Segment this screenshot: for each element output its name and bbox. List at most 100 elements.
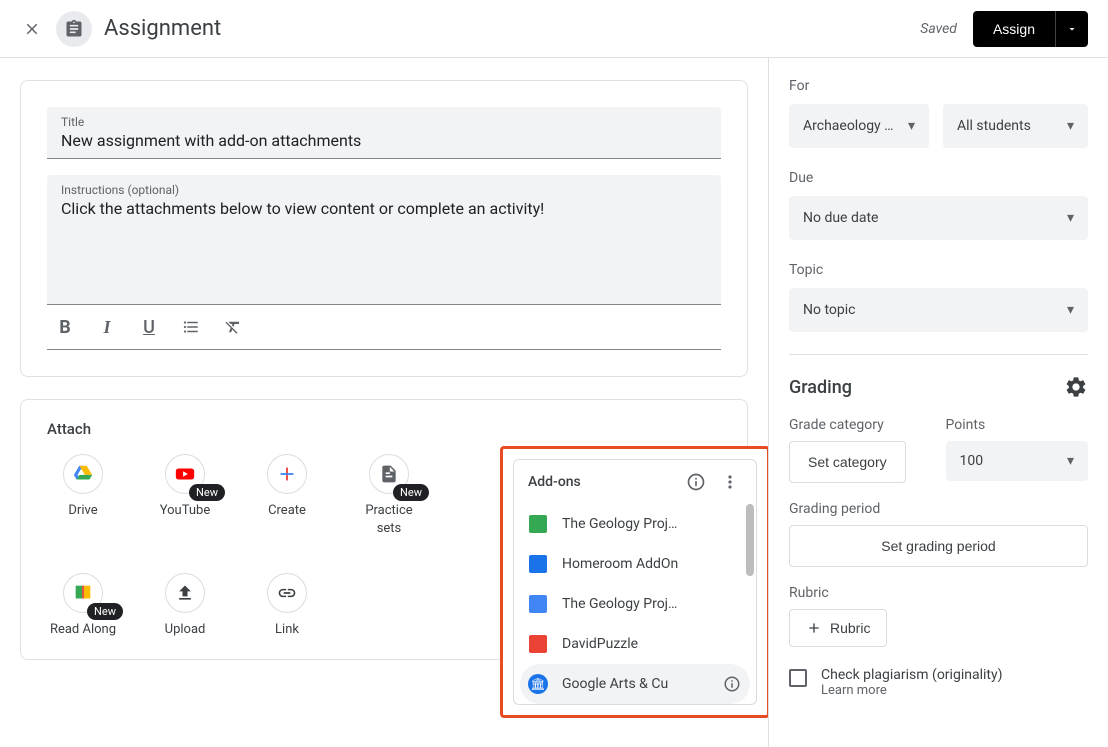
addons-header: Add-ons [514, 460, 756, 504]
addons-info-button[interactable] [684, 470, 708, 494]
drive-icon [63, 454, 103, 494]
assignment-type-icon [56, 11, 92, 47]
addon-item[interactable]: 🏛Google Arts & Cu [520, 664, 750, 704]
close-button[interactable] [20, 17, 44, 41]
rubric-button-label: Rubric [830, 620, 870, 636]
addons-panel: Add-ons The Geology Proj…Homeroom AddOnT… [500, 446, 768, 718]
grading-settings-button[interactable] [1064, 375, 1088, 399]
addon-name: Homeroom AddOn [562, 556, 742, 572]
attach-label: Practice sets [353, 502, 425, 537]
grade-category-label: Grade category [789, 417, 932, 433]
gear-icon [1064, 375, 1088, 399]
assign-button-group: Assign [973, 11, 1088, 47]
attach-item-plus[interactable]: Create [251, 454, 323, 537]
learn-more-link[interactable]: Learn more [821, 683, 1002, 698]
addon-item[interactable]: DavidPuzzle [514, 624, 756, 664]
addons-scrollbar[interactable] [746, 504, 754, 576]
due-label: Due [789, 170, 1088, 186]
points-select[interactable]: 100 ▾ [946, 441, 1089, 481]
addon-icon [528, 554, 548, 574]
attach-label: Create [268, 502, 306, 520]
list-icon [182, 318, 200, 336]
plus-icon [267, 454, 307, 494]
addon-icon [528, 594, 548, 614]
caret-down-icon: ▾ [1067, 453, 1074, 469]
class-select[interactable]: Archaeology … ▾ [789, 104, 929, 148]
addon-name: The Geology Proj… [562, 596, 742, 612]
rubric-button[interactable]: Rubric [789, 609, 887, 647]
grading-period-label: Grading period [789, 501, 1088, 517]
addon-icon [528, 634, 548, 654]
new-badge: New [393, 484, 429, 501]
assign-dropdown[interactable] [1055, 11, 1088, 47]
attach-item-drive[interactable]: Drive [47, 454, 119, 537]
divider [789, 354, 1088, 355]
attach-label: Link [275, 621, 299, 639]
title-field[interactable]: Title New assignment with add-on attachm… [47, 107, 721, 159]
students-value: All students [957, 118, 1031, 134]
sidebar: For Archaeology … ▾ All students ▾ Due N… [768, 58, 1108, 747]
new-badge: New [189, 484, 225, 501]
addon-item[interactable]: Homeroom AddOn [514, 544, 756, 584]
topic-label: Topic [789, 262, 1088, 278]
addons-more-button[interactable] [718, 470, 742, 494]
title-input[interactable]: New assignment with add-on attachments [61, 131, 707, 150]
addon-icon [528, 514, 548, 534]
plagiarism-label: Check plagiarism (originality) [821, 667, 1002, 683]
addon-item[interactable]: The Geology Proj… [514, 584, 756, 624]
formatting-toolbar: B I U [47, 305, 721, 350]
attach-label: Drive [68, 502, 97, 520]
instructions-field[interactable]: Instructions (optional) Click the attach… [47, 175, 721, 305]
page-title: Assignment [104, 16, 221, 41]
caret-down-icon: ▾ [1067, 118, 1074, 134]
topic-select[interactable]: No topic ▾ [789, 288, 1088, 332]
addons-list[interactable]: The Geology Proj… Homeroom AddOn The Geolo… [514, 504, 756, 704]
attach-item-file[interactable]: NewPractice sets [353, 454, 425, 537]
rubric-label: Rubric [789, 585, 1088, 601]
set-grading-period-button[interactable]: Set grading period [789, 525, 1088, 567]
attach-label: YouTube [160, 502, 211, 520]
caret-down-icon: ▾ [1067, 302, 1074, 318]
points-label: Points [946, 417, 1089, 433]
header: Assignment Saved Assign [0, 0, 1108, 58]
topic-value: No topic [803, 302, 855, 318]
bullet-list-button[interactable] [179, 315, 203, 339]
underline-button[interactable]: U [137, 315, 161, 339]
caret-down-icon: ▾ [1067, 210, 1074, 226]
attach-item-link[interactable]: Link [251, 573, 323, 639]
addon-icon: 🏛 [528, 674, 548, 694]
attach-item-book[interactable]: NewRead Along [47, 573, 119, 639]
addons-title: Add-ons [528, 474, 674, 490]
instructions-input[interactable]: Click the attachments below to view cont… [61, 199, 707, 218]
plus-icon [806, 620, 822, 636]
grading-title: Grading [789, 377, 852, 398]
caret-down-icon: ▾ [908, 118, 915, 134]
saved-status: Saved [920, 21, 957, 37]
bold-button[interactable]: B [53, 315, 77, 339]
addon-info-icon[interactable] [722, 674, 742, 694]
set-category-button[interactable]: Set category [789, 441, 906, 483]
upload-icon [165, 573, 205, 613]
info-icon [686, 472, 706, 492]
italic-button[interactable]: I [95, 315, 119, 339]
addon-item[interactable]: The Geology Proj… [514, 504, 756, 544]
clear-formatting-button[interactable] [221, 315, 245, 339]
plagiarism-checkbox[interactable] [789, 669, 807, 687]
more-vert-icon [720, 472, 740, 492]
close-icon [23, 20, 41, 38]
assign-button[interactable]: Assign [973, 11, 1055, 47]
clipboard-icon [64, 19, 84, 39]
attach-title: Attach [47, 420, 721, 438]
students-select[interactable]: All students ▾ [943, 104, 1088, 148]
attach-item-upload[interactable]: Upload [149, 573, 221, 639]
main-panel: Title New assignment with add-on attachm… [0, 58, 768, 747]
clear-format-icon [224, 318, 242, 336]
class-value: Archaeology … [803, 118, 894, 134]
due-value: No due date [803, 210, 878, 226]
addon-name: DavidPuzzle [562, 636, 742, 652]
new-badge: New [87, 603, 123, 620]
attach-item-youtube[interactable]: NewYouTube [149, 454, 221, 537]
addon-name: The Geology Proj… [562, 516, 742, 532]
points-value: 100 [960, 453, 984, 469]
due-date-select[interactable]: No due date ▾ [789, 196, 1088, 240]
